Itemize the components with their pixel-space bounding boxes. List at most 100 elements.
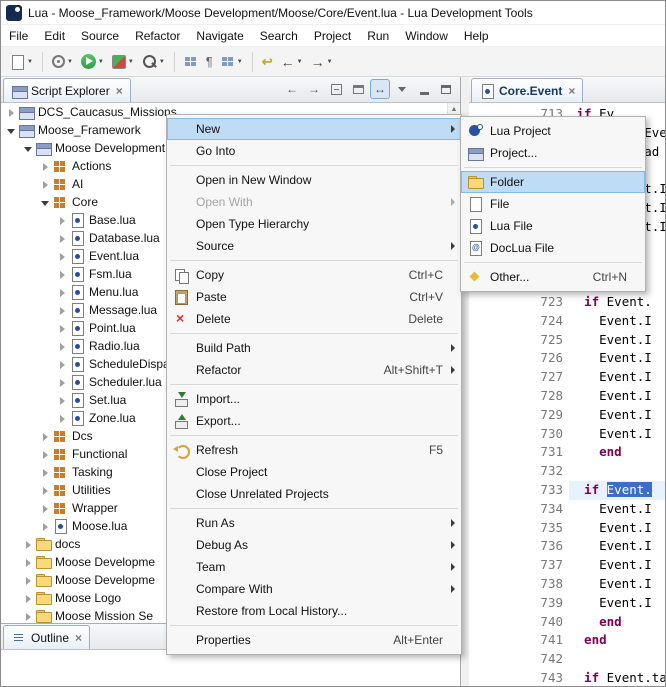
menu-window[interactable]: Window xyxy=(397,25,456,47)
expander-icon[interactable] xyxy=(56,376,69,389)
menu-item-debug-as[interactable]: Debug As xyxy=(167,534,461,556)
expander-icon[interactable] xyxy=(22,574,35,587)
back-dropdown[interactable]: ←▼ xyxy=(278,50,306,74)
collapse-all-icon[interactable] xyxy=(326,79,346,99)
submenu-item-file[interactable]: File xyxy=(461,193,645,215)
folder-icon xyxy=(35,554,51,570)
expander-icon[interactable] xyxy=(22,556,35,569)
menu-item-export[interactable]: Export... xyxy=(167,410,461,432)
new-wizard-dropdown[interactable]: ▼ xyxy=(6,50,36,74)
focus-view-icon[interactable] xyxy=(348,79,368,99)
menu-item-new[interactable]: New xyxy=(167,118,461,140)
menu-item-refresh[interactable]: RefreshF5 xyxy=(167,439,461,461)
expander-icon[interactable] xyxy=(22,142,35,155)
expander-icon[interactable] xyxy=(39,466,52,479)
expander-icon[interactable] xyxy=(39,520,52,533)
menu-separator xyxy=(170,260,458,261)
table-dropdown[interactable]: ▼ xyxy=(218,50,246,74)
maximize-icon[interactable] xyxy=(436,79,456,99)
menu-item-team[interactable]: Team xyxy=(167,556,461,578)
menu-refactor[interactable]: Refactor xyxy=(127,25,188,47)
expander-icon[interactable] xyxy=(56,322,69,335)
submenu-item-doclua-file[interactable]: DocLua File xyxy=(461,237,645,259)
expander-icon[interactable] xyxy=(5,124,18,137)
submenu-item-folder[interactable]: Folder xyxy=(461,171,645,193)
code-line-current: 733 if Event. xyxy=(469,481,665,500)
expander-icon[interactable] xyxy=(56,394,69,407)
menu-item-delete[interactable]: DeleteDelete xyxy=(167,308,461,330)
expander-icon[interactable] xyxy=(56,286,69,299)
submenu-item-lua-project[interactable]: Lua Project xyxy=(461,120,645,142)
forward-dropdown[interactable]: →▼ xyxy=(308,50,336,74)
search-dropdown[interactable]: ▼ xyxy=(139,50,168,74)
coverage-dropdown[interactable]: ▼ xyxy=(109,50,137,74)
expander-icon[interactable] xyxy=(39,484,52,497)
submenu-item-project[interactable]: Project... xyxy=(461,142,645,164)
expander-icon[interactable] xyxy=(39,430,52,443)
menu-search[interactable]: Search xyxy=(252,25,306,47)
expander-icon[interactable] xyxy=(56,412,69,425)
menu-item-import[interactable]: Import... xyxy=(167,388,461,410)
line-number: 734 xyxy=(469,500,569,519)
link-with-editor-icon[interactable]: ↔ xyxy=(370,79,390,99)
close-icon[interactable]: × xyxy=(568,84,575,98)
menu-item-properties[interactable]: PropertiesAlt+Enter xyxy=(167,629,461,651)
menu-item-copy[interactable]: CopyCtrl+C xyxy=(167,264,461,286)
expander-icon[interactable] xyxy=(22,538,35,551)
close-icon[interactable]: × xyxy=(75,631,82,645)
menu-file[interactable]: File xyxy=(1,25,36,47)
run-dropdown[interactable]: ▼ xyxy=(78,50,107,74)
menu-item-open-with[interactable]: Open With xyxy=(167,191,461,213)
expander-icon[interactable] xyxy=(56,268,69,281)
menu-item-source[interactable]: Source xyxy=(167,235,461,257)
menu-navigate[interactable]: Navigate xyxy=(188,25,251,47)
expander-icon[interactable] xyxy=(39,448,52,461)
menu-item-open-in-new-window[interactable]: Open in New Window xyxy=(167,169,461,191)
code-line: 738 Event.I xyxy=(469,575,665,594)
tab-script-explorer[interactable]: Script Explorer × xyxy=(3,78,131,102)
expander-icon[interactable] xyxy=(39,178,52,191)
view-menu-icon[interactable] xyxy=(392,79,412,99)
menu-item-compare-with[interactable]: Compare With xyxy=(167,578,461,600)
debug-dropdown[interactable]: ▼ xyxy=(49,50,76,74)
expander-icon[interactable] xyxy=(56,232,69,245)
tab-outline[interactable]: Outline × xyxy=(3,625,90,649)
submenu-item-other[interactable]: Other...Ctrl+N xyxy=(461,266,645,288)
expander-icon[interactable] xyxy=(56,358,69,371)
expander-icon[interactable] xyxy=(22,592,35,605)
minimize-icon[interactable] xyxy=(414,79,434,99)
expander-icon[interactable] xyxy=(39,160,52,173)
table-button[interactable] xyxy=(181,50,201,74)
expander-icon[interactable] xyxy=(39,502,52,515)
menu-run[interactable]: Run xyxy=(359,25,397,47)
back-icon[interactable]: ← xyxy=(282,79,302,99)
expander-icon[interactable] xyxy=(56,340,69,353)
submenu-item-lua-file[interactable]: Lua File xyxy=(461,215,645,237)
menu-edit[interactable]: Edit xyxy=(36,25,73,47)
expander-icon[interactable] xyxy=(5,106,18,119)
menu-item-refactor[interactable]: RefactorAlt+Shift+T xyxy=(167,359,461,381)
menu-item-open-type-hierarchy[interactable]: Open Type Hierarchy xyxy=(167,213,461,235)
menu-item-close-project[interactable]: Close Project xyxy=(167,461,461,483)
expander-icon[interactable] xyxy=(56,214,69,227)
menu-source[interactable]: Source xyxy=(73,25,127,47)
folder-icon xyxy=(35,536,51,552)
menu-item-paste[interactable]: PasteCtrl+V xyxy=(167,286,461,308)
last-edit-location-button[interactable]: ↩ xyxy=(259,50,276,74)
expander-icon[interactable] xyxy=(39,196,52,209)
menu-help[interactable]: Help xyxy=(456,25,497,47)
menu-item-run-as[interactable]: Run As xyxy=(167,512,461,534)
menu-item-go-into[interactable]: Go Into xyxy=(167,140,461,162)
tab-core-event[interactable]: Core.Event × xyxy=(471,78,583,102)
menu-item-restore-from-local-history[interactable]: Restore from Local History... xyxy=(167,600,461,622)
menu-item-build-path[interactable]: Build Path xyxy=(167,337,461,359)
expander-icon[interactable] xyxy=(22,610,35,623)
doclua-file-icon xyxy=(467,240,483,256)
menu-item-close-unrelated-projects[interactable]: Close Unrelated Projects xyxy=(167,483,461,505)
menu-project[interactable]: Project xyxy=(306,25,359,47)
expander-icon[interactable] xyxy=(56,304,69,317)
expander-icon[interactable] xyxy=(56,250,69,263)
forward-icon[interactable]: → xyxy=(304,79,324,99)
pilcrow-button[interactable]: ¶ xyxy=(203,50,216,74)
close-icon[interactable]: × xyxy=(116,84,123,98)
